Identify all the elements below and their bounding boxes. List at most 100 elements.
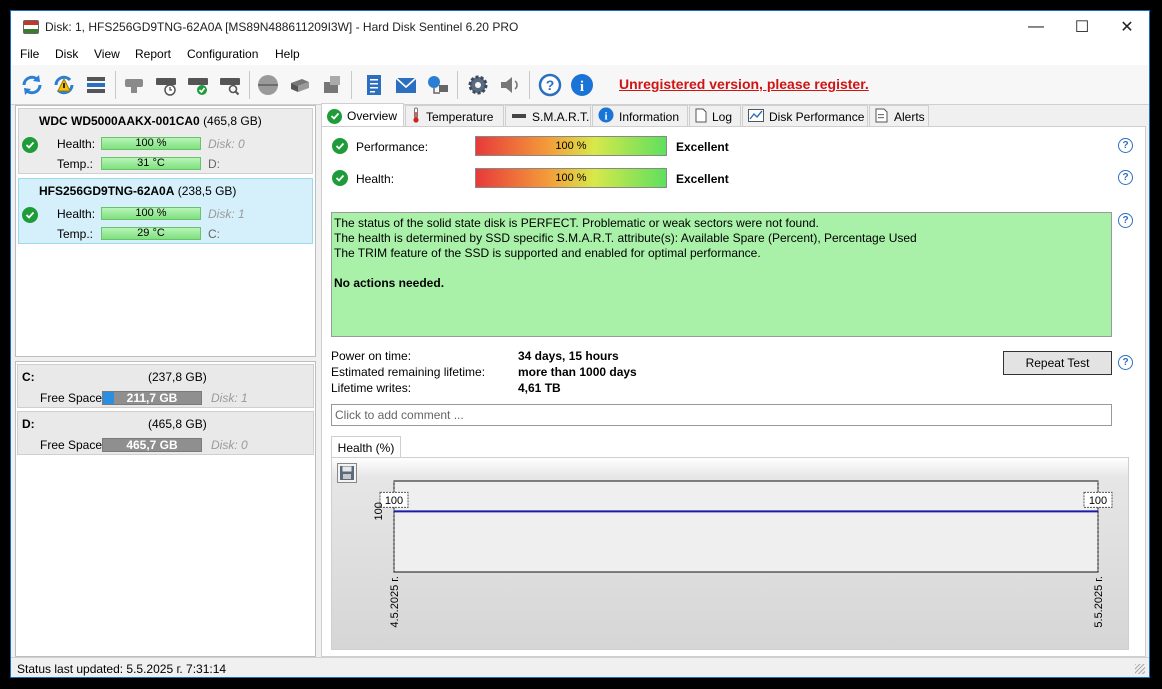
temp-label: Temp.:	[57, 227, 94, 241]
free-space-bar: 211,7 GB	[102, 391, 202, 405]
check-icon	[332, 170, 348, 186]
disk-check-icon[interactable]	[185, 72, 211, 98]
disk-export-icon[interactable]	[319, 72, 345, 98]
maximize-button[interactable]: ☐	[1059, 11, 1105, 43]
unregistered-link[interactable]: Unregistered version, please register.	[619, 76, 869, 92]
volume-letter: D:	[22, 417, 35, 431]
tab-disk-performance[interactable]: Disk Performance	[742, 105, 868, 127]
volume-size: (237,8 GB)	[148, 370, 207, 384]
free-space-fill	[103, 392, 114, 404]
toolbar-separator	[529, 71, 530, 99]
volume-card-d[interactable]: D: (465,8 GB) Free Space 465,7 GB Disk: …	[17, 411, 314, 455]
info-icon[interactable]: i	[569, 72, 595, 98]
title-bar: Disk: 1, HFS256GD9TNG-62A0A [MS89N488611…	[11, 11, 1149, 43]
tab-information[interactable]: i Information	[592, 105, 688, 127]
performance-bar: 100 %	[475, 136, 667, 156]
drive-letter: C:	[208, 227, 220, 241]
toolbar-separator	[351, 71, 352, 99]
menu-file[interactable]: File	[20, 47, 39, 61]
writes-label: Lifetime writes:	[331, 381, 412, 395]
toolbar-separator	[457, 71, 458, 99]
disk-card-1[interactable]: HFS256GD9TNG-62A0A (238,5 GB) Health: 10…	[18, 178, 313, 244]
tab-log[interactable]: Log	[689, 105, 741, 127]
volume-card-c[interactable]: C: (237,8 GB) Free Space 211,7 GB Disk: …	[17, 364, 314, 408]
tab-label: Log	[712, 109, 733, 124]
tab-alerts[interactable]: Alerts	[869, 105, 929, 127]
disk-surface-icon[interactable]	[255, 72, 281, 98]
health-label: Health:	[57, 207, 96, 221]
thermometer-icon	[411, 107, 421, 126]
tab-smart[interactable]: S.M.A.R.T.	[505, 105, 591, 127]
menu-bar: File Disk View Report Configuration Help	[11, 43, 1149, 65]
health-bar: 100 %	[101, 207, 201, 220]
disk-name: HFS256GD9TNG-62A0A	[39, 184, 175, 198]
status-description: The status of the solid state disk is PE…	[331, 212, 1112, 337]
point-label: 100	[1089, 495, 1107, 507]
toolbar: ? i Unregistered version, please registe…	[11, 65, 1149, 105]
disk-clock-icon[interactable]	[153, 72, 179, 98]
settings-icon[interactable]	[465, 72, 491, 98]
menu-disk[interactable]: Disk	[55, 47, 78, 61]
tab-temperature[interactable]: Temperature	[405, 105, 504, 127]
document-icon	[695, 108, 707, 126]
svg-text:i: i	[604, 111, 607, 123]
check-icon	[22, 137, 38, 153]
sound-icon[interactable]	[497, 72, 523, 98]
temp-bar: 29 °C	[101, 227, 201, 240]
network-icon[interactable]	[425, 72, 451, 98]
info-icon: i	[598, 107, 614, 126]
menu-help[interactable]: Help	[275, 47, 300, 61]
check-icon	[332, 138, 348, 154]
refresh-icon[interactable]	[19, 72, 45, 98]
tab-overview[interactable]: Overview	[321, 103, 404, 128]
menu-configuration[interactable]: Configuration	[187, 47, 258, 61]
disk-transfer-icon[interactable]	[287, 72, 313, 98]
help-icon[interactable]: ?	[1118, 138, 1133, 153]
disk-list-icon[interactable]	[83, 72, 109, 98]
resize-grip[interactable]	[1135, 664, 1145, 674]
toolbar-separator	[249, 71, 250, 99]
x-tick-label: 5.5.2025 г.	[1093, 576, 1105, 628]
power-on-label: Power on time:	[331, 349, 412, 363]
tab-label: Alerts	[894, 109, 925, 124]
minimize-button[interactable]: —	[1013, 11, 1059, 43]
point-label: 100	[385, 495, 403, 507]
tab-label: S.M.A.R.T.	[532, 109, 590, 124]
menu-view[interactable]: View	[94, 47, 120, 61]
report-icon[interactable]	[361, 72, 387, 98]
help-icon[interactable]: ?	[537, 72, 563, 98]
help-icon[interactable]: ?	[1118, 213, 1133, 228]
toolbar-separator	[115, 71, 116, 99]
tab-health-chart[interactable]: Health (%)	[331, 436, 401, 458]
comment-input[interactable]: Click to add comment ...	[331, 404, 1112, 426]
menu-report[interactable]: Report	[135, 47, 171, 61]
repeat-test-button[interactable]: Repeat Test	[1003, 351, 1112, 375]
health-chart: 100 1001004.5.2025 г. 5.5.2025 г.	[373, 480, 1113, 628]
power-on-value: 34 days, 15 hours	[518, 349, 619, 363]
help-icon[interactable]: ?	[1118, 355, 1133, 370]
mail-icon[interactable]	[393, 72, 419, 98]
help-icon[interactable]: ?	[1118, 170, 1133, 185]
status-line: The TRIM feature of the SSD is supported…	[334, 246, 761, 260]
health-bar: 100 %	[101, 137, 201, 150]
writes-value: 4,61 TB	[518, 381, 561, 395]
svg-text:i: i	[580, 79, 584, 95]
health-label: Health:	[57, 137, 96, 151]
disk-card-0[interactable]: WDC WD5000AAKX-001CA0 (465,8 GB) Health:…	[18, 108, 313, 174]
health-bar: 100 %	[475, 168, 667, 188]
temp-label: Temp.:	[57, 157, 94, 171]
disk-search-icon[interactable]	[217, 72, 243, 98]
disk-gray-icon[interactable]	[121, 72, 147, 98]
alert-document-icon	[875, 108, 889, 126]
disk-title: WDC WD5000AAKX-001CA0 (465,8 GB)	[39, 114, 262, 128]
status-text: Status last updated: 5.5.2025 г. 7:31:14	[17, 662, 227, 676]
lifetime-value: more than 1000 days	[518, 365, 637, 379]
tab-label: Overview	[347, 109, 398, 123]
tab-label: Disk Performance	[769, 109, 865, 124]
close-button[interactable]: ✕	[1104, 11, 1149, 43]
check-icon	[327, 108, 342, 124]
health-chart-area: 100 100 100 4.5.2025 г. 5.5.2025 г.	[331, 457, 1129, 650]
app-window: Disk: 1, HFS256GD9TNG-62A0A [MS89N488611…	[10, 10, 1150, 678]
lifetime-label: Estimated remaining lifetime:	[331, 365, 486, 379]
refresh-warning-icon[interactable]	[51, 72, 77, 98]
